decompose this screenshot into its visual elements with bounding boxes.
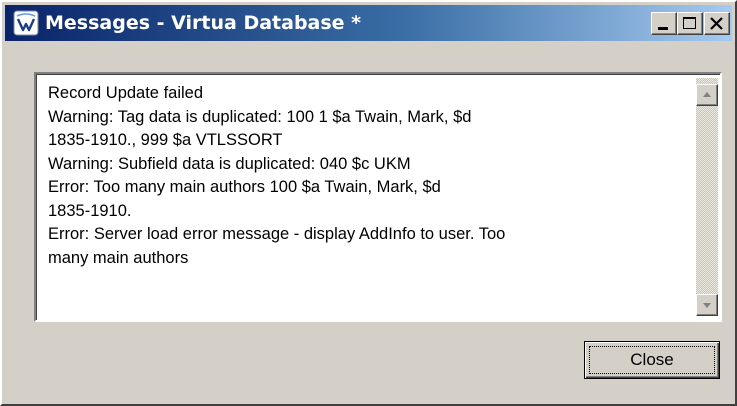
scroll-down-button[interactable] (696, 294, 718, 316)
close-button[interactable]: Close (584, 341, 720, 379)
message-line: 1835-1910., 999 $a VTLSSORT (48, 131, 283, 149)
arrow-down-icon (703, 303, 711, 308)
maximize-button[interactable] (677, 12, 703, 35)
close-button-label: Close (630, 350, 674, 369)
title-close-button[interactable] (704, 12, 730, 35)
message-line: Error: Too many main authors 100 $a Twai… (48, 178, 441, 196)
virtua-app-icon (13, 10, 39, 36)
message-text: Record Update failed Warning: Tag data i… (48, 82, 676, 270)
minimize-icon (658, 27, 668, 30)
maximize-icon (683, 17, 696, 29)
scroll-up-button[interactable] (696, 84, 718, 106)
arrow-up-icon (703, 92, 711, 97)
message-line: 1835-1910. (48, 201, 132, 220)
message-textarea[interactable]: Record Update failed Warning: Tag data i… (34, 72, 722, 322)
vertical-scrollbar[interactable] (696, 78, 718, 316)
title-bar[interactable]: Messages - Virtua Database * (5, 5, 732, 41)
message-line: Warning: Subfield data is duplicated: 04… (48, 154, 411, 173)
message-line: Warning: Tag data is duplicated: 100 1 $… (48, 107, 472, 126)
message-line: many main authors (48, 248, 189, 267)
close-icon (710, 17, 723, 30)
window-title: Messages - Virtua Database * (45, 12, 362, 34)
messages-dialog: Messages - Virtua Database * Record Upda… (0, 0, 737, 406)
minimize-button[interactable] (651, 12, 677, 35)
message-line: Error: Server load error message - displ… (48, 225, 506, 243)
message-line: Record Update failed (48, 84, 204, 102)
